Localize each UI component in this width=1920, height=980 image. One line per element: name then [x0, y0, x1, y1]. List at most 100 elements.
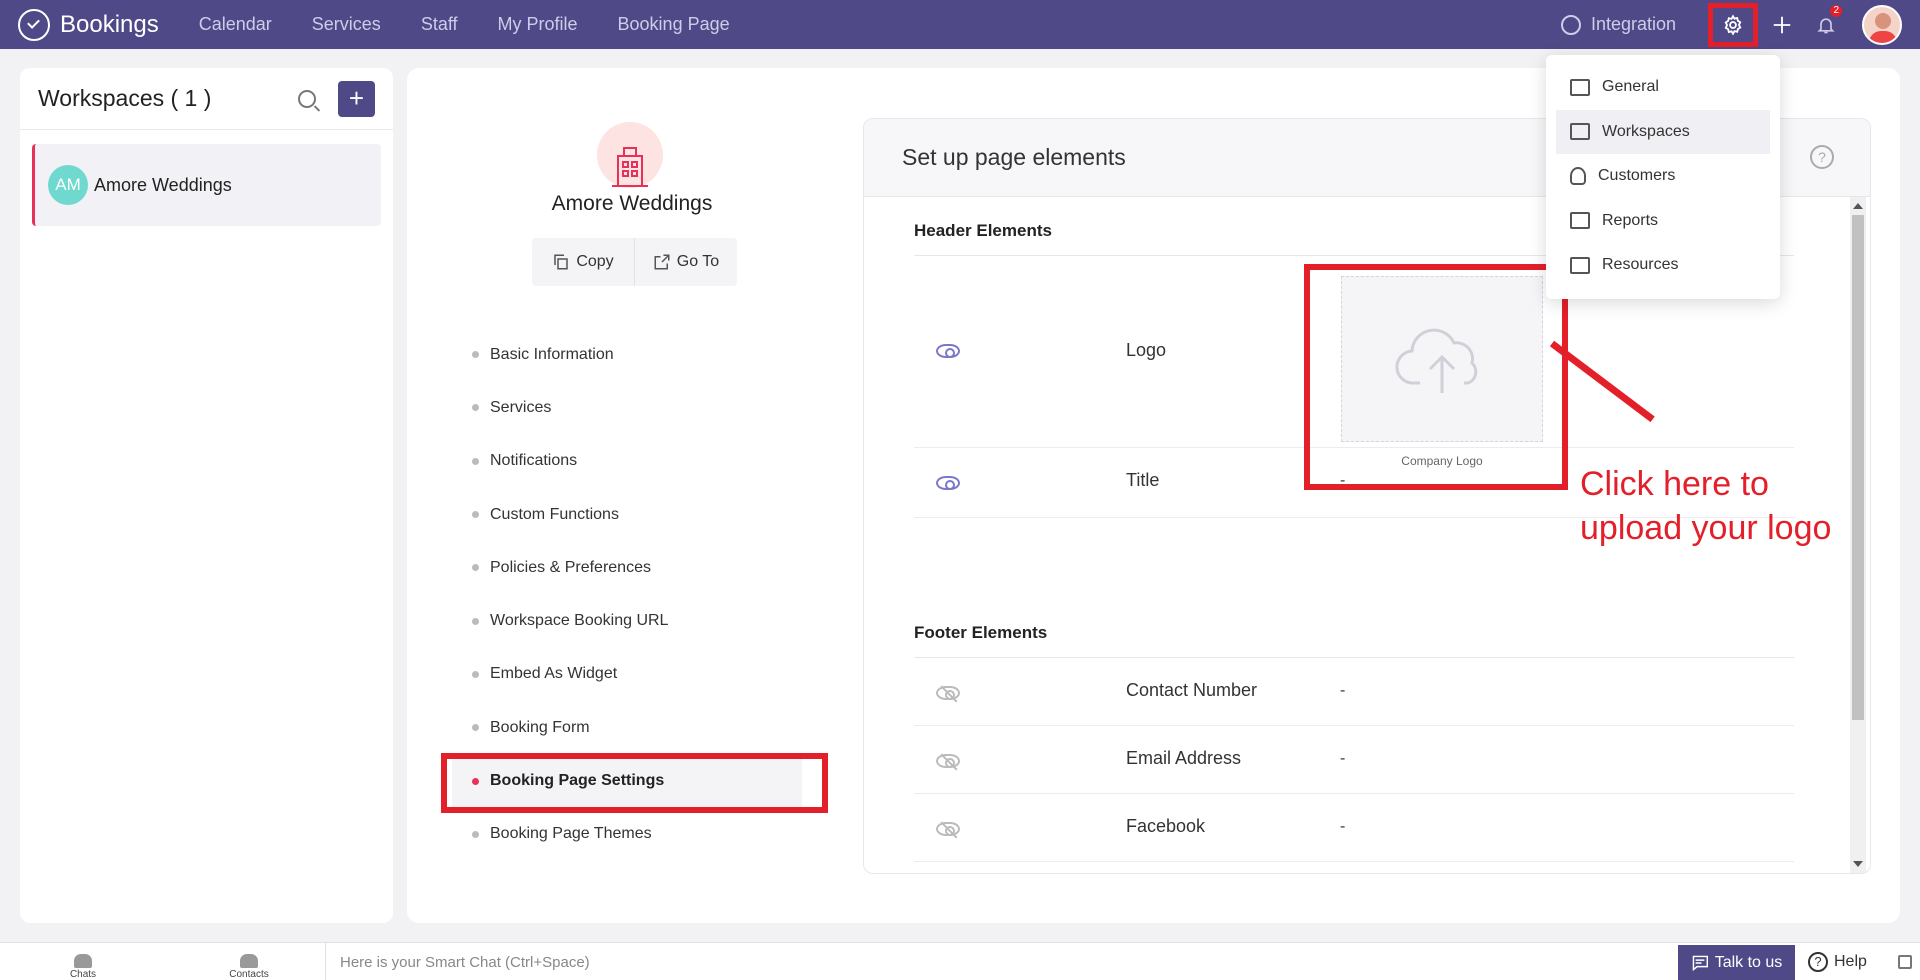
eye-icon[interactable]	[936, 344, 960, 358]
bullet-icon	[472, 724, 479, 732]
cloud-upload-icon	[1395, 328, 1478, 393]
resources-icon	[1570, 256, 1590, 274]
row-value: -	[1340, 682, 1346, 699]
row-value: -	[1340, 472, 1346, 489]
workspace-actions: Copy Go To	[532, 238, 737, 286]
integration-link[interactable]: Integration	[1560, 14, 1676, 35]
nav-staff[interactable]: Staff	[421, 14, 458, 35]
eye-off-icon[interactable]	[936, 754, 960, 768]
workspace-avatar: AM	[48, 165, 88, 205]
chat-bubble-icon	[1692, 955, 1708, 971]
dd-label: General	[1602, 78, 1659, 96]
settings-menu-resources[interactable]: Resources	[1546, 243, 1780, 288]
workspaces-header: Workspaces ( 1 ) +	[20, 68, 393, 130]
goto-button[interactable]: Go To	[634, 238, 737, 286]
menu-notifications[interactable]: Notifications	[472, 435, 812, 488]
scroll-up-icon[interactable]	[1853, 203, 1863, 209]
smart-chat-input[interactable]: Here is your Smart Chat (Ctrl+Space)	[325, 943, 1675, 980]
element-row-email-address: Email Address -	[914, 726, 1794, 794]
bullet-icon	[472, 564, 479, 572]
menu-label: Policies & Preferences	[490, 558, 651, 576]
settings-button[interactable]	[1708, 2, 1758, 47]
workspace-name: Amore Weddings	[94, 174, 232, 195]
dd-label: Reports	[1602, 211, 1659, 229]
menu-booking-form[interactable]: Booking Form	[472, 701, 812, 754]
dd-label: Resources	[1602, 256, 1679, 274]
bullet-icon	[472, 830, 479, 838]
talk-to-us-button[interactable]: Talk to us	[1678, 945, 1795, 980]
scroll-thumb[interactable]	[1852, 215, 1864, 720]
bullet-icon	[472, 511, 479, 519]
contacts-icon	[240, 953, 258, 968]
chats-tab[interactable]: Chats	[0, 943, 166, 980]
contacts-tab[interactable]: Contacts	[166, 943, 332, 980]
row-value: -	[1340, 750, 1346, 767]
dd-label: Customers	[1598, 167, 1676, 185]
settings-menu-workspaces[interactable]: Workspaces	[1556, 109, 1770, 154]
external-link-icon	[654, 254, 670, 270]
bullet-icon	[472, 351, 479, 359]
nav-my-profile[interactable]: My Profile	[498, 14, 578, 35]
menu-label: Booking Page Themes	[490, 825, 652, 843]
chart-icon	[1570, 212, 1590, 230]
notification-badge: 2	[1830, 4, 1842, 17]
bullet-icon	[472, 404, 479, 412]
menu-basic-information[interactable]: Basic Information	[472, 328, 812, 381]
company-logo-upload[interactable]	[1341, 276, 1543, 442]
row-value: -	[1340, 818, 1346, 835]
chat-window-icon[interactable]	[1898, 955, 1912, 969]
menu-label: Embed As Widget	[490, 665, 618, 683]
workspace-title: Amore Weddings	[551, 192, 713, 215]
nav-calendar[interactable]: Calendar	[199, 14, 272, 35]
contacts-label: Contacts	[229, 968, 269, 980]
copy-icon	[554, 254, 569, 270]
menu-workspace-booking-url[interactable]: Workspace Booking URL	[472, 594, 812, 647]
help-icon[interactable]: ?	[1810, 145, 1834, 169]
row-label: Title	[1126, 470, 1160, 490]
row-label: Facebook	[1126, 816, 1206, 836]
bookings-logo-icon	[18, 8, 50, 41]
workspace-settings-menu: Basic Information Services Notifications…	[452, 328, 812, 861]
integration-label: Integration	[1590, 14, 1676, 34]
nav-services[interactable]: Services	[312, 14, 381, 35]
dd-label: Workspaces	[1602, 122, 1690, 140]
menu-custom-functions[interactable]: Custom Functions	[472, 488, 812, 541]
copy-button[interactable]: Copy	[532, 238, 634, 286]
settings-menu-reports[interactable]: Reports	[1546, 199, 1780, 244]
briefcase-icon	[1570, 78, 1590, 96]
eye-off-icon[interactable]	[936, 822, 960, 836]
scrollbar[interactable]	[1850, 197, 1866, 873]
menu-services[interactable]: Services	[472, 381, 812, 434]
scroll-down-icon[interactable]	[1853, 861, 1863, 867]
copy-label: Copy	[576, 253, 614, 270]
annotation-line-1: Click here to	[1580, 465, 1769, 503]
workspace-item[interactable]: AM Amore Weddings	[32, 144, 381, 226]
goto-label: Go To	[676, 253, 720, 270]
menu-booking-page-themes[interactable]: Booking Page Themes	[472, 808, 812, 861]
menu-label: Workspace Booking URL	[490, 612, 669, 630]
eye-off-icon[interactable]	[936, 686, 960, 700]
chats-label: Chats	[69, 968, 97, 980]
nav-booking-page[interactable]: Booking Page	[618, 14, 730, 35]
notifications-button[interactable]: 2	[1806, 4, 1846, 45]
setup-title: Set up page elements	[902, 144, 1126, 170]
settings-dropdown: General Workspaces Customers Reports Res…	[1546, 55, 1780, 299]
chat-icon	[74, 953, 92, 968]
user-avatar[interactable]	[1862, 4, 1902, 45]
menu-booking-page-settings[interactable]: Booking Page Settings	[452, 754, 802, 808]
eye-icon[interactable]	[936, 476, 960, 490]
footer-elements-title: Footer Elements	[914, 623, 1048, 642]
add-button[interactable]	[1762, 5, 1802, 45]
brand[interactable]: Bookings	[18, 8, 159, 41]
settings-menu-general[interactable]: General	[1546, 65, 1780, 110]
menu-embed-as-widget[interactable]: Embed As Widget	[472, 648, 812, 701]
add-workspace-button[interactable]: +	[338, 80, 375, 117]
settings-menu-customers[interactable]: Customers	[1546, 154, 1780, 199]
menu-label: Basic Information	[490, 345, 614, 363]
bullet-icon	[472, 617, 479, 625]
person-icon	[1570, 167, 1586, 186]
annotation-line-2: upload your logo	[1580, 509, 1832, 547]
help-button[interactable]: ? Help	[1808, 943, 1867, 980]
menu-policies-preferences[interactable]: Policies & Preferences	[472, 541, 812, 594]
search-icon[interactable]	[298, 89, 316, 108]
